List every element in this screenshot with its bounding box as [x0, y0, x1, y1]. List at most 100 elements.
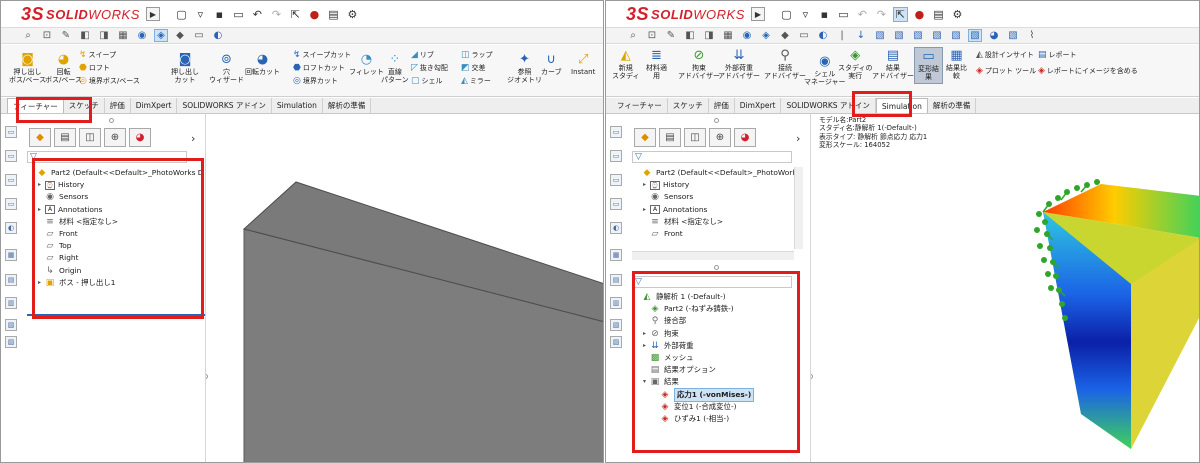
sim-view-icon-6[interactable]: ▧: [949, 30, 963, 41]
sim-view-icon-1[interactable]: ↓: [854, 30, 868, 41]
tree-item[interactable]: ≡ 材料 <指定なし>: [632, 216, 800, 228]
new-study-button[interactable]: ◭ 新規 スタディ: [612, 49, 640, 81]
toolbox-icon[interactable]: ▧: [5, 319, 17, 331]
tab-4[interactable]: SOLIDWORKS アドイン: [781, 98, 876, 113]
tab-2[interactable]: 評価: [709, 98, 735, 113]
external-loads-advisor-button[interactable]: ⇊ 外部荷重 アドバイザー: [718, 49, 760, 81]
pencil-icon[interactable]: ✎: [59, 30, 73, 41]
file-explorer-icon[interactable]: ▭: [610, 174, 622, 186]
instant3d-button[interactable]: ⤢ Instant: [571, 53, 595, 77]
sim-view-icon-3[interactable]: ▧: [892, 30, 906, 41]
mirror-button[interactable]: ◭ ミラー: [461, 77, 491, 86]
tree-item[interactable]: ◈ Part2 (-ねずみ鋳鉄-): [632, 303, 754, 315]
section-view-icon[interactable]: ◧: [78, 30, 92, 41]
expand-toggle-icon[interactable]: ▸: [640, 204, 649, 216]
panel-splitter-handle[interactable]: [714, 118, 719, 123]
chevron-right-icon[interactable]: ›: [796, 132, 800, 145]
draft-button[interactable]: ◸ 抜き勾配: [411, 64, 448, 73]
dimxpert-manager-tab[interactable]: ⊕: [709, 128, 731, 147]
view-palette-icon[interactable]: ▭: [610, 198, 622, 210]
undo-icon[interactable]: ↶: [250, 8, 265, 21]
sim-view-icon-7[interactable]: ▧: [968, 29, 982, 42]
rebuild-icon[interactable]: ●: [307, 8, 322, 21]
expand-toggle-icon[interactable]: ▸: [35, 179, 44, 191]
zoom-icon[interactable]: ⊡: [645, 30, 659, 41]
search-icon[interactable]: ⌕: [626, 30, 640, 41]
tree-item[interactable]: ≡ 材料 <指定なし>: [27, 216, 204, 228]
design-library-icon[interactable]: ▭: [5, 150, 17, 162]
tree-item[interactable]: ◈ 応力1 (-vonMises-): [632, 387, 755, 402]
rebuild-icon[interactable]: ●: [912, 8, 927, 21]
feature-manager-tab[interactable]: ◆: [29, 128, 51, 147]
save-icon[interactable]: ▪: [817, 8, 832, 21]
tree-item[interactable]: ▸ ⊘ 拘束: [632, 328, 754, 340]
tree-item[interactable]: ▸ ▣ ボス - 押し出し1: [27, 277, 204, 289]
recording-icon[interactable]: ▨: [610, 336, 622, 348]
file-properties-icon[interactable]: ▤: [931, 8, 946, 21]
open-icon[interactable]: ▿: [193, 8, 208, 21]
search-icon[interactable]: ⌕: [21, 30, 35, 41]
fillet-button[interactable]: ◔ フィレット: [349, 53, 384, 77]
resources-icon[interactable]: ▥: [5, 297, 17, 309]
select-icon[interactable]: ⇱: [892, 6, 908, 22]
resources-icon[interactable]: ▥: [610, 297, 622, 309]
boss-extrude-button[interactable]: ◙ 押し出し ボス/ベース: [9, 53, 46, 85]
scene-icon[interactable]: ▭: [192, 30, 206, 41]
view-orientation-icon[interactable]: ▦: [721, 30, 735, 41]
boundary-boss-button[interactable]: ◎ 境界ボス/ベース: [79, 77, 140, 86]
tree-item[interactable]: ◆ Part2 (Default<<Default>_PhotoWorks D: [27, 167, 204, 179]
view-palette-icon[interactable]: ▭: [5, 198, 17, 210]
view-settings-icon[interactable]: ◐: [211, 30, 225, 41]
print-icon[interactable]: ▭: [231, 8, 246, 21]
rollback-bar[interactable]: [27, 314, 205, 316]
sim-view-icon-9[interactable]: ▧: [1006, 30, 1020, 41]
expand-toggle-icon[interactable]: ▸: [35, 204, 44, 216]
tree-horizontal-scrollbar[interactable]: [632, 251, 794, 260]
tab-6[interactable]: 解析の準備: [928, 98, 977, 113]
save-icon[interactable]: ▪: [212, 8, 227, 21]
redo-icon[interactable]: ↷: [269, 8, 284, 21]
plot-tools-button[interactable]: ◈ プロット ツール: [976, 67, 1036, 76]
curves-button[interactable]: ∪ カーブ: [541, 53, 562, 77]
orient-icon[interactable]: ◨: [97, 30, 111, 41]
appearance-icon[interactable]: ◆: [778, 30, 792, 41]
expand-toggle-icon[interactable]: ▾: [640, 376, 649, 388]
shell-button[interactable]: ▢ シェル: [411, 77, 443, 86]
revolve-boss-button[interactable]: ◕ 回転 ボス/ベース: [45, 53, 82, 85]
file-properties-icon[interactable]: ▤: [326, 8, 341, 21]
expand-toggle-icon[interactable]: ▸: [640, 328, 649, 340]
hole-wizard-button[interactable]: ⊚ 穴 ウィザード: [209, 53, 244, 85]
boundary-cut-button[interactable]: ◎ 境界カット: [293, 77, 338, 86]
tab-3[interactable]: DimXpert: [735, 98, 782, 113]
tree-item[interactable]: ▸ A Annotations: [632, 204, 800, 216]
tab-5[interactable]: Simulation: [875, 98, 928, 113]
custom-properties-icon[interactable]: ▦: [5, 249, 17, 261]
tab-3[interactable]: DimXpert: [131, 98, 178, 113]
sim-view-icon-2[interactable]: ▧: [873, 30, 887, 41]
sim-view-icon-5[interactable]: ▧: [930, 30, 944, 41]
print-icon[interactable]: ▭: [836, 8, 851, 21]
appearance-icon[interactable]: ◆: [173, 30, 187, 41]
redo-icon[interactable]: ↷: [874, 8, 889, 21]
tree-item[interactable]: ▱ Right: [27, 252, 204, 264]
task-pane-icon[interactable]: ▭: [610, 126, 622, 138]
report-button[interactable]: ▤ レポート: [1038, 51, 1077, 60]
tab-1[interactable]: スケッチ: [668, 98, 709, 113]
new-document-icon[interactable]: ▢: [779, 8, 794, 21]
configuration-manager-tab[interactable]: ◫: [684, 128, 706, 147]
configuration-manager-tab[interactable]: ◫: [79, 128, 101, 147]
options-gear-icon[interactable]: ⚙: [950, 8, 965, 21]
sim-view-icon-4[interactable]: ▧: [911, 30, 925, 41]
appearances-icon[interactable]: ◐: [610, 222, 622, 234]
sweep-cut-button[interactable]: ↯ スイープカット: [293, 51, 351, 60]
filter-bar[interactable]: ▽: [27, 151, 187, 163]
apply-material-button[interactable]: ≣ 材料適 用: [646, 49, 667, 81]
menu-expand-button[interactable]: ▶: [145, 7, 160, 21]
section-view-icon[interactable]: ◧: [683, 30, 697, 41]
recording-icon[interactable]: ▨: [5, 336, 17, 348]
tree-item[interactable]: ◈ 変位1 (-合成変位-): [632, 401, 754, 413]
hide-show-icon[interactable]: ◈: [154, 29, 168, 42]
tab-4[interactable]: SOLIDWORKS アドイン: [177, 98, 272, 113]
open-icon[interactable]: ▿: [798, 8, 813, 21]
tree-item[interactable]: ↳ Origin: [27, 265, 204, 277]
